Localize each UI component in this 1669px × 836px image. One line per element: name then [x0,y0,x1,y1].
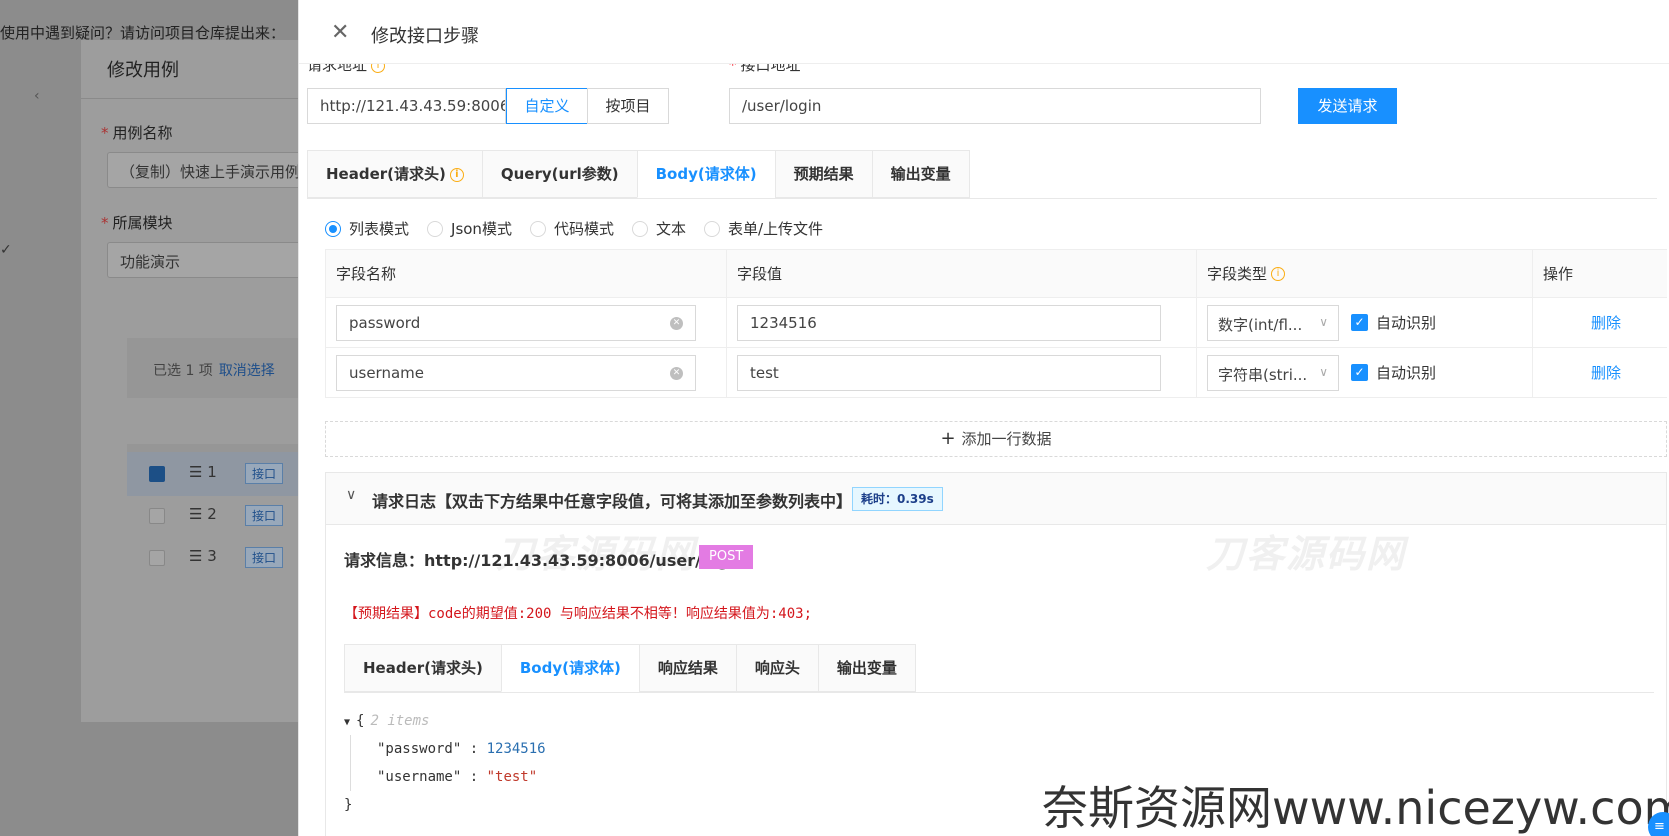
drag-handle-icon[interactable]: ☰ 2 [189,505,217,523]
tab-log-body[interactable]: Body(请求体) [500,644,640,692]
body-mode-radio-group: 列表模式 Json模式 代码模式 文本 表单/上传文件 [325,218,823,239]
close-icon[interactable]: ✕ [331,20,349,45]
tab-log-response-headers[interactable]: 响应头 [735,644,819,692]
info-icon: i [449,167,464,182]
selection-bar: 已选 1 项取消选择 [127,338,317,398]
field-type-select[interactable]: 字符串(stri... ∨ [1207,354,1339,391]
info-icon: i [1271,266,1286,281]
json-open-line[interactable]: ▼{2 items [344,707,546,735]
modal-title: 修改用例 [107,60,179,81]
action-header: 操作 [1543,265,1574,283]
field-name-input[interactable]: username ✕ [336,354,696,391]
drag-handle-icon[interactable]: ☰ 1 [189,463,217,481]
chevron-down-icon: ✓ [0,242,12,258]
log-title: 请求日志【双击下方结果中任意字段值，可将其添加至参数列表中】 [372,492,853,511]
row-checkbox[interactable] [149,508,165,524]
module-select[interactable]: 功能演示 [107,242,307,278]
tab-header[interactable]: Header(请求头) i [307,150,483,198]
delete-link[interactable]: 删除 [1591,362,1621,383]
chevron-down-icon: ∨ [1319,364,1328,379]
tab-log-output-vars[interactable]: 输出变量 [817,644,916,692]
json-item[interactable]: "username" : "test" [377,763,546,791]
case-name-label: * 用例名称 [101,124,173,142]
selected-count: 已选 1 项 [153,363,213,379]
request-url-input[interactable]: http://121.43.43.59:8006 [307,88,506,124]
edit-case-modal: 修改用例 * 用例名称 （复制）快速上手演示用例 * 所属模块 功能演示 已选 1 … [81,40,317,722]
triangle-down-icon[interactable]: ▼ [344,717,350,728]
field-value-header: 字段值 [737,265,783,283]
table-row: username ✕ test 字符串(stri... ∨ ✓ 自动识别 删除 [325,348,1667,398]
module-label: * 所属模块 [101,214,173,232]
type-tag: 接口 [245,463,284,484]
clear-icon[interactable]: ✕ [670,366,683,380]
mode-form-radio[interactable]: 表单/上传文件 [703,218,823,239]
clear-icon[interactable]: ✕ [670,316,683,330]
row-checkbox[interactable] [149,550,165,566]
field-name-input[interactable]: password ✕ [336,304,696,341]
divider [81,98,311,99]
time-badge: 耗时：0.39s [852,487,943,511]
tab-body[interactable]: Body(请求体) [636,150,776,198]
custom-url-button[interactable]: 自定义 [506,88,588,124]
mode-text-radio[interactable]: 文本 [631,218,686,239]
expect-result-message: 【预期结果】code的期望值:200 与响应结果不相等！响应结果值为:403; [344,606,813,622]
json-tree: ▼{2 items "password" : 1234516 "username… [344,707,546,819]
tab-log-header[interactable]: Header(请求头) [344,644,502,692]
drag-handle-icon[interactable]: ☰ 3 [189,547,217,565]
log-header[interactable]: ∨ 请求日志【双击下方结果中任意字段值，可将其添加至参数列表中】 耗时：0.39… [326,473,1666,525]
field-name-header: 字段名称 [336,265,397,283]
row-checkbox[interactable] [149,466,165,482]
drawer-header: ✕ 修改接口步骤 [299,0,1669,64]
drawer-title: 修改接口步骤 [371,26,479,47]
mode-list-radio[interactable]: 列表模式 [325,218,409,239]
watermark-site: 奈斯资源网www.nicezyw.com [1042,781,1669,835]
auto-detect-checkbox[interactable]: ✓ 自动识别 [1351,362,1436,383]
chevron-down-icon[interactable]: ∨ [346,487,356,503]
tab-log-response[interactable]: 响应结果 [638,644,737,692]
request-info: 请求信息：http://121.43.43.59:8006/user/login [344,551,746,570]
plus-icon: + [940,428,956,449]
type-tag: 接口 [245,547,284,568]
log-tabs: Header(请求头) Body(请求体) 响应结果 响应头 输出变量 [344,644,1654,693]
method-badge: POST [699,545,754,569]
chevron-down-icon: ∨ [1319,314,1328,329]
type-tag: 接口 [245,505,284,526]
case-name-input[interactable]: （复制）快速上手演示用例 [107,152,307,188]
add-row-button[interactable]: + 添加一行数据 [325,421,1667,457]
cancel-select-link[interactable]: 取消选择 [219,363,275,379]
table-row: password ✕ 1234516 数字(int/fl... ∨ ✓ 自动识别 删除 [325,298,1667,348]
body-params-table: 字段名称 字段值 字段类型 i 操作 password ✕ 1234516 数字(i… [325,249,1667,398]
json-item-count: 2 items [370,713,430,729]
table-header-row: 字段名称 字段值 字段类型 i 操作 [325,250,1667,298]
field-value-input[interactable]: test [737,354,1161,391]
mode-json-radio[interactable]: Json模式 [427,218,512,239]
json-item[interactable]: "password" : 1234516 [377,735,546,763]
json-children: "password" : 1234516 "username" : "test" [350,735,546,791]
field-type-header: 字段类型 [1207,265,1268,283]
json-close-line: } [344,797,353,813]
tab-expected[interactable]: 预期结果 [774,150,873,198]
send-request-button[interactable]: 发送请求 [1298,88,1397,124]
tab-query[interactable]: Query(url参数) [481,150,638,198]
watermark-logo: 刀客源码网 [1206,532,1407,576]
api-url-input[interactable]: /user/login [729,88,1261,124]
delete-link[interactable]: 删除 [1591,312,1621,333]
step-tabs: Header(请求头) i Query(url参数) Body(请求体) 预期结果… [307,150,1657,199]
project-url-button[interactable]: 按项目 [587,88,669,124]
auto-detect-checkbox[interactable]: ✓ 自动识别 [1351,312,1436,333]
table-row[interactable]: ☰ 3 接口 [127,536,317,580]
table-row[interactable]: ☰ 2 接口 [127,494,317,538]
tab-output-vars[interactable]: 输出变量 [871,150,970,198]
table-row[interactable]: ☰ 1 接口 [127,452,317,496]
field-type-select[interactable]: 数字(int/fl... ∨ [1207,304,1339,341]
chevron-left-icon: ‹ [34,88,40,104]
mode-code-radio[interactable]: 代码模式 [529,218,614,239]
field-value-input[interactable]: 1234516 [737,304,1161,341]
